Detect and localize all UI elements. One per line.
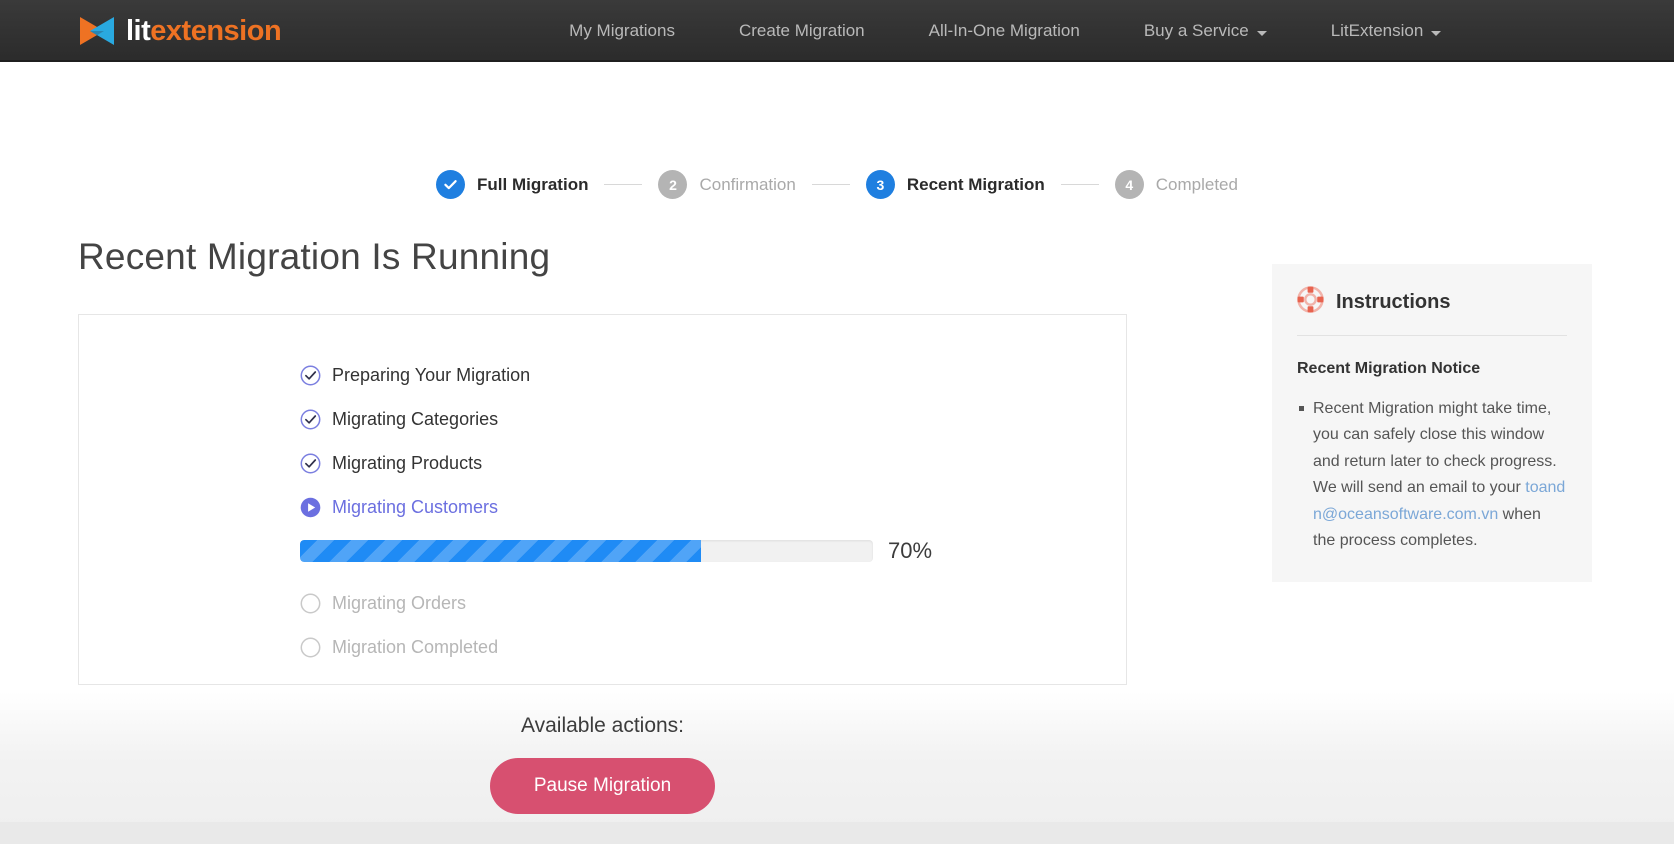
- nav-label: Create Migration: [738, 21, 865, 40]
- page-bottom-strip: [0, 822, 1674, 844]
- step-confirmation[interactable]: 2 Confirmation: [658, 170, 796, 199]
- task-label: Migration Completed: [332, 636, 499, 657]
- task-label: Migrating Categories: [332, 408, 499, 429]
- task-label: Preparing Your Migration: [332, 364, 531, 385]
- task-label: Migrating Products: [332, 452, 483, 473]
- empty-circle-icon: [300, 593, 321, 614]
- check-circle-outline-icon: [300, 453, 321, 474]
- task-row-migrating-products: Migrating Products: [300, 441, 1106, 485]
- step-number-badge: 4: [1114, 170, 1144, 199]
- migration-task-list: Preparing Your Migration Migrating Categ…: [300, 353, 1106, 669]
- step-separator: [1060, 184, 1099, 185]
- logo-text-lit: lit: [126, 14, 151, 47]
- top-navbar: litextension My Migrations Create Migrat…: [0, 0, 1674, 62]
- play-circle-icon: [300, 497, 321, 518]
- migration-progress-card: Preparing Your Migration Migrating Categ…: [78, 314, 1127, 685]
- progress-bar-fill: [300, 540, 702, 562]
- check-circle-outline-icon: [300, 365, 321, 386]
- brand-logo[interactable]: litextension: [78, 14, 282, 48]
- instructions-header: Instructions: [1297, 286, 1567, 336]
- instructions-list: Recent Migration might take time, you ca…: [1297, 396, 1567, 554]
- step-separator: [604, 184, 643, 185]
- task-row-preparing-your-migration: Preparing Your Migration: [300, 353, 1106, 397]
- step-completed[interactable]: 4 Completed: [1114, 170, 1238, 199]
- task-label: Migrating Customers: [332, 496, 499, 517]
- step-number-badge: 2: [658, 170, 688, 199]
- progress-percent-label: 70%: [888, 538, 933, 563]
- step-label: Recent Migration: [906, 174, 1045, 194]
- nav-item-create-migration[interactable]: Create Migration: [707, 21, 897, 41]
- instructions-title: Instructions: [1336, 290, 1451, 313]
- check-circle-outline-icon: [300, 409, 321, 430]
- step-full-migration[interactable]: Full Migration: [436, 170, 588, 199]
- logo-text-extension: extension: [150, 14, 282, 47]
- migration-stepper: Full Migration 2 Confirmation 3 Recent M…: [0, 170, 1674, 199]
- nav-item-litextension-account[interactable]: LitExtension: [1299, 21, 1474, 41]
- nav-item-my-migrations[interactable]: My Migrations: [537, 21, 707, 41]
- available-actions-label: Available actions:: [520, 714, 685, 737]
- nav-item-buy-a-service[interactable]: Buy a Service: [1112, 21, 1299, 41]
- list-item: Recent Migration might take time, you ca…: [1299, 396, 1567, 554]
- litextension-logo-icon: [78, 14, 116, 48]
- step-label: Completed: [1155, 174, 1238, 194]
- pause-migration-button[interactable]: Pause Migration: [489, 758, 716, 814]
- nav-label: My Migrations: [569, 21, 675, 40]
- instructions-subtitle: Recent Migration Notice: [1297, 360, 1481, 377]
- logo-wordmark: litextension: [126, 14, 282, 47]
- progress-bar-track: [300, 540, 873, 562]
- nav-label: LitExtension: [1330, 21, 1424, 40]
- task-row-migrating-categories: Migrating Categories: [300, 397, 1106, 441]
- nav-item-all-in-one-migration[interactable]: All-In-One Migration: [897, 21, 1112, 41]
- step-label: Full Migration: [477, 174, 589, 194]
- chevron-down-icon: [1256, 30, 1267, 36]
- main-nav: My Migrations Create Migration All-In-On…: [537, 21, 1473, 41]
- check-circle-icon: [436, 170, 466, 199]
- task-label: Migrating Orders: [332, 592, 467, 613]
- lifebuoy-icon: [1297, 286, 1324, 318]
- empty-circle-icon: [300, 637, 321, 658]
- task-row-migrating-customers: Migrating Customers: [300, 485, 1106, 529]
- step-number-badge: 3: [865, 170, 895, 199]
- step-separator: [811, 184, 850, 185]
- step-label: Confirmation: [699, 174, 796, 194]
- step-recent-migration[interactable]: 3 Recent Migration: [865, 170, 1045, 199]
- progress-bar-row: 70%: [300, 538, 1106, 564]
- chevron-down-icon: [1431, 30, 1442, 36]
- instructions-panel: Instructions Recent Migration Notice Rec…: [1272, 264, 1592, 583]
- task-row-migrating-orders: Migrating Orders: [300, 581, 1106, 625]
- task-row-migration-completed: Migration Completed: [300, 625, 1106, 669]
- page-body: Full Migration 2 Confirmation 3 Recent M…: [0, 62, 1674, 844]
- nav-label: All-In-One Migration: [928, 21, 1080, 40]
- instructions-body-before: Recent Migration might take time, you ca…: [1313, 400, 1557, 497]
- page-title: Recent Migration Is Running: [78, 236, 551, 277]
- available-actions: Available actions: Pause Migration: [78, 714, 1127, 814]
- nav-label: Buy a Service: [1143, 21, 1249, 40]
